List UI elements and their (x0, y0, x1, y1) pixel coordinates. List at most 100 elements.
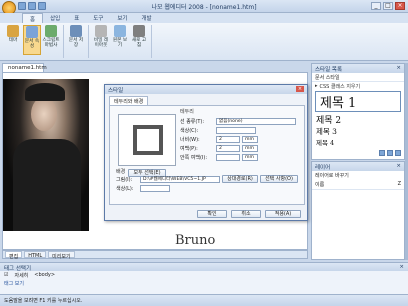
edit-style-icon[interactable] (387, 150, 393, 156)
script-icon (45, 25, 57, 37)
new-style-icon[interactable] (379, 150, 385, 156)
refresh-label: 새로 고침 (131, 38, 147, 48)
line-type-select[interactable]: 없음(none) (216, 117, 296, 125)
layer-col-name: 이름 (315, 182, 325, 188)
view-tabs: 편집 HTML 미리보기 (2, 250, 308, 260)
script-wizard-label: 스크립트 마법사 (42, 38, 60, 48)
theme-button[interactable]: 테마 (4, 25, 22, 55)
margin-label: 여백(P): (180, 145, 198, 152)
script-wizard-button[interactable]: 스크립트 마법사 (42, 25, 60, 55)
border-section: 테두리 선 종류(T): 없음(none) 색상(C): 너비(W): 2 mm… (180, 108, 302, 166)
style-heading-4[interactable]: 제목 4 (312, 137, 404, 147)
color-row: 색상(C): (180, 126, 302, 134)
dialog-title: 스타일 (108, 88, 124, 94)
doc-properties-icon (26, 26, 38, 38)
margin-row: 여백(P): 2 mm (180, 144, 302, 152)
refresh-button[interactable]: 새로 고침 (130, 25, 148, 55)
panel-close-icon[interactable]: × (396, 163, 401, 170)
document-tab[interactable]: noname1.htm (2, 63, 47, 72)
close-button[interactable]: × (395, 2, 405, 10)
style-heading-2[interactable]: 제목 2 (312, 113, 404, 126)
detail-checkbox-label: 자세히 (14, 272, 29, 279)
doc-properties-label: 문서 속성 (24, 39, 40, 49)
minimize-button[interactable]: _ (371, 2, 381, 10)
source-view-label: 원본 보기 (112, 38, 128, 48)
maximize-button[interactable]: □ (383, 2, 393, 10)
relative-path-button[interactable]: 상대경로(R) (222, 175, 258, 183)
apply-button[interactable]: 적용(A) (265, 210, 301, 218)
theme-label: 테마 (8, 38, 18, 43)
doc-properties-button[interactable]: 문서 속성 (23, 25, 41, 55)
margin-unit-select[interactable]: mm (242, 144, 258, 152)
tag-view-link[interactable]: 태그 보기 (4, 280, 24, 287)
tab-edit-view[interactable]: 편집 (5, 251, 23, 260)
padding-unit-select[interactable]: mm (242, 153, 258, 161)
border-preview[interactable] (118, 114, 176, 166)
width-label: 너비(W): (180, 136, 200, 143)
delete-style-icon[interactable] (395, 150, 401, 156)
cancel-button[interactable]: 취소 (231, 210, 261, 218)
layout-label: 비밀 레이아웃 (93, 38, 109, 48)
tab-table[interactable]: 표 (67, 13, 86, 23)
theme-icon (7, 25, 19, 37)
layer-panel-title: 레이어 (315, 165, 331, 171)
tag-panel-link-row: 태그 보기 (0, 279, 408, 287)
width-input[interactable]: 2 (216, 135, 240, 143)
tab-tools[interactable]: 도구 (86, 13, 110, 23)
style-panel: 스타일 목록 × 문서 스타일 ▸ CSS 클래스 지우기 제목 1 제목 2 … (311, 63, 405, 160)
width-row: 너비(W): 2 mm (180, 135, 302, 143)
clear-css-icon: ▸ (315, 83, 318, 89)
doc-save-button[interactable]: 문서 저장 (67, 25, 85, 55)
panel-close-icon[interactable]: × (396, 65, 401, 72)
style-panel-subtitle: 문서 스타일 (312, 73, 404, 82)
tab-preview[interactable]: 미리보기 (48, 251, 75, 260)
bg-image-input[interactable]: D:\#웹에디터\WEB\VC5~1.JP (140, 175, 220, 183)
border-preview-box (133, 125, 163, 155)
source-view-button[interactable]: 원본 보기 (111, 25, 129, 55)
bg-color-label: 색상(L): (116, 185, 134, 192)
tag-path[interactable]: <body> (34, 272, 55, 278)
clear-css-label: CSS 클래스 지우기 (319, 83, 361, 90)
color-select[interactable] (216, 126, 256, 134)
style-dialog: 스타일 × 테두리와 배경 모두 선택(E) 테두리 선 종류(T): 없음(n… (104, 84, 308, 221)
tag-panel-row: ☑ 자세히 <body> (0, 271, 408, 279)
ribbon: 테마 문서 속성 스크립트 마법사 문서 저장 비밀 레이아웃 원본 보기 새로… (0, 23, 408, 61)
editor-photo[interactable] (3, 79, 89, 231)
bg-color-select[interactable] (140, 184, 170, 192)
padding-input[interactable] (216, 153, 240, 161)
status-bar: 도움말을 보려면 F1 키를 누르십시오. (0, 294, 408, 306)
layer-convert-option[interactable]: 레이어로 바꾸기 (312, 171, 404, 180)
ok-button[interactable]: 확인 (197, 210, 227, 218)
dialog-body: 모두 선택(E) 테두리 선 종류(T): 없음(none) 색상(C): 너비… (109, 105, 305, 205)
style-heading-3[interactable]: 제목 3 (312, 126, 404, 137)
layout-button[interactable]: 비밀 레이아웃 (92, 25, 110, 55)
tab-developer[interactable]: 개발 (135, 13, 159, 23)
padding-row: 안쪽 여백(I): mm (180, 153, 302, 161)
tab-home[interactable]: 홈 (22, 13, 44, 23)
width-unit-select[interactable]: mm (242, 135, 258, 143)
photo-hat (25, 83, 65, 101)
margin-input[interactable]: 2 (216, 144, 240, 152)
layer-columns: 이름 Z (312, 180, 404, 190)
layer-col-z: Z (397, 181, 401, 187)
window-title: 나모 웹에디터 2008 - [noname1.htm] (151, 4, 257, 11)
padding-label: 안쪽 여백(I): (180, 154, 208, 161)
select-options-button[interactable]: 선택 사항(O) (260, 175, 298, 183)
border-section-title: 테두리 (180, 109, 194, 115)
tab-insert[interactable]: 삽입 (43, 13, 67, 23)
style-heading-1[interactable]: 제목 1 (315, 91, 401, 112)
tab-view[interactable]: 보기 (110, 13, 134, 23)
layout-icon (95, 25, 107, 37)
tab-html-view[interactable]: HTML (24, 251, 47, 259)
detail-checkbox[interactable]: ☑ (4, 272, 8, 278)
bg-image-label: 그림(I): (116, 176, 133, 183)
save-doc-icon (70, 25, 82, 37)
editor-caption[interactable]: Bruno (175, 233, 215, 248)
tag-panel-title: 태그 선택기 (4, 266, 32, 272)
dialog-close-icon[interactable]: × (296, 86, 304, 92)
line-type-row: 선 종류(T): 없음(none) (180, 117, 302, 125)
panel-close-icon[interactable]: × (399, 264, 404, 270)
style-panel-toolbar (315, 150, 401, 158)
refresh-icon (133, 25, 145, 37)
clear-css-option[interactable]: ▸ CSS 클래스 지우기 (312, 82, 404, 90)
